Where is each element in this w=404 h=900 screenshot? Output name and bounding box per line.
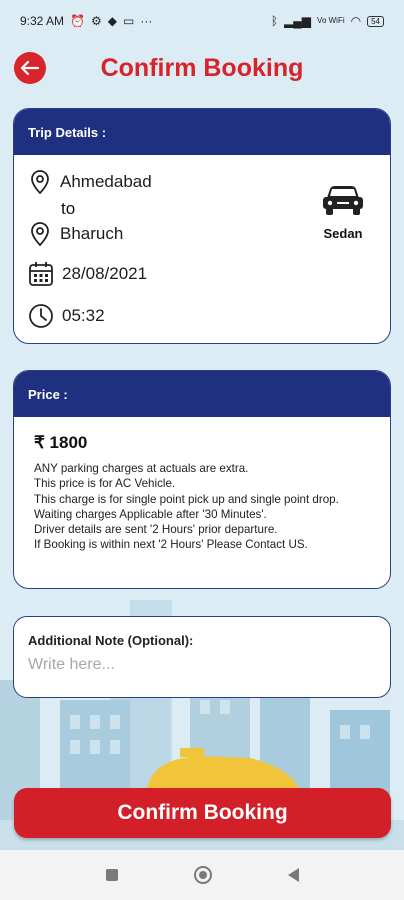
- pickup-city: Ahmedabad: [60, 172, 152, 191]
- location-pin-icon: [31, 170, 49, 195]
- trip-details-card: Trip Details : Ahmedabad to Bharuch 28/0…: [13, 108, 391, 344]
- calendar-icon: [29, 262, 53, 286]
- wifi-icon: ◠: [350, 14, 362, 28]
- back-arrow-icon: [21, 61, 39, 75]
- route-to-label: to: [61, 199, 76, 218]
- trip-details-heading: Trip Details :: [14, 109, 390, 155]
- status-right: ᛒ ▂▄▆ Vo WiFi ◠ 54: [271, 15, 384, 27]
- status-time: 9:32 AM: [20, 14, 65, 28]
- signal-icon: ▂▄▆: [284, 14, 312, 28]
- more-icon: ···: [140, 14, 153, 28]
- price-card: Price : ₹ 1800 ANY parking charges at ac…: [13, 370, 391, 589]
- price-note: Driver details are sent '2 Hours' prior …: [34, 523, 278, 537]
- status-bar: 9:32 AM ⏰ ⚙ ◆ ▭ ··· ᛒ ▂▄▆ Vo WiFi ◠ 54: [0, 0, 404, 42]
- trip-details-body: Ahmedabad to Bharuch 28/08/2021 05:32 Se…: [14, 155, 390, 343]
- additional-note-label: Additional Note (Optional):: [28, 633, 194, 648]
- time-row: 05:32: [28, 303, 105, 329]
- clock-icon: [29, 304, 53, 328]
- network-label: Vo WiFi: [317, 16, 345, 25]
- price-note: This price is for AC Vehicle.: [34, 477, 176, 491]
- price-amount: ₹ 1800: [34, 433, 88, 452]
- price-heading: Price :: [14, 371, 390, 417]
- cast-icon: ▭: [122, 14, 135, 28]
- diamond-icon: ◆: [107, 14, 117, 28]
- battery-indicator: 54: [367, 15, 384, 27]
- location-pin-icon: [31, 222, 49, 247]
- trip-time: 05:32: [62, 306, 105, 325]
- app-header: Confirm Booking: [0, 44, 404, 92]
- alarm-icon: ⏰: [70, 14, 85, 28]
- price-body: ₹ 1800 ANY parking charges at actuals ar…: [14, 417, 390, 567]
- pickup-row: Ahmedabad: [28, 169, 152, 195]
- trip-date: 28/08/2021: [62, 264, 148, 283]
- additional-note-input[interactable]: [28, 656, 376, 674]
- home-icon[interactable]: [193, 866, 212, 884]
- back-nav-icon[interactable]: [287, 868, 299, 882]
- additional-note-card: Additional Note (Optional):: [13, 616, 391, 698]
- status-left: 9:32 AM ⏰ ⚙ ◆ ▭ ···: [20, 14, 152, 28]
- price-note: Waiting charges Applicable after '30 Min…: [34, 507, 267, 521]
- confirm-booking-button[interactable]: Confirm Booking: [14, 788, 391, 838]
- price-note: ANY parking charges at actuals are extra…: [34, 462, 249, 475]
- bluetooth-icon: ᛒ: [270, 14, 279, 28]
- recents-icon[interactable]: [105, 869, 118, 881]
- car-icon: [323, 186, 363, 215]
- back-button[interactable]: [14, 52, 46, 84]
- page-title: Confirm Booking: [100, 53, 304, 82]
- price-note: If Booking is within next '2 Hours' Plea…: [34, 538, 308, 552]
- vehicle-name: Sedan: [323, 226, 363, 241]
- settings-icon: ⚙: [90, 14, 102, 28]
- system-nav-bar: [0, 850, 404, 900]
- price-note: This charge is for single point pick up …: [34, 492, 339, 506]
- date-row: 28/08/2021: [28, 261, 147, 287]
- drop-city: Bharuch: [60, 224, 124, 243]
- vehicle-type: Sedan: [320, 185, 366, 241]
- drop-row: Bharuch: [28, 221, 123, 247]
